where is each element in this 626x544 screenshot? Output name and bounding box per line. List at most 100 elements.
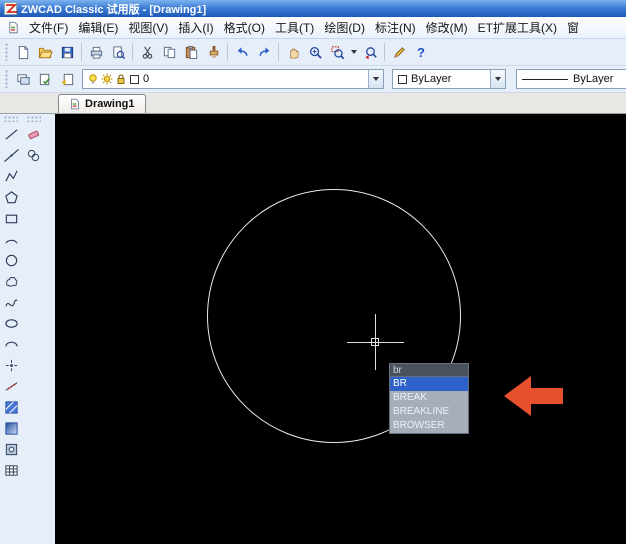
lock-icon[interactable] xyxy=(115,73,127,85)
toolbar-separator xyxy=(227,43,228,61)
layer-combo[interactable]: 0 xyxy=(82,69,384,89)
paste-icon[interactable] xyxy=(180,41,202,63)
toolbar-grip[interactable] xyxy=(5,70,9,88)
layer-states-icon[interactable] xyxy=(34,68,56,90)
construction-line-icon[interactable] xyxy=(2,145,21,166)
command-autocomplete: br BR BREAK BREAKLINE BROWSER xyxy=(389,363,469,434)
command-input[interactable]: br xyxy=(389,363,469,376)
menu-bar: 文件(F) 编辑(E) 视图(V) 插入(I) 格式(O) 工具(T) 绘图(D… xyxy=(0,17,626,39)
pan-icon[interactable] xyxy=(282,41,304,63)
layer-color-chip[interactable] xyxy=(130,75,139,84)
gradient-icon[interactable] xyxy=(2,418,21,439)
polygon-icon[interactable] xyxy=(2,187,21,208)
copy-object-icon[interactable] xyxy=(24,145,43,166)
menu-modify[interactable]: 修改(M) xyxy=(421,17,473,38)
print-icon[interactable] xyxy=(85,41,107,63)
circle-icon[interactable] xyxy=(2,250,21,271)
menu-et-extensions[interactable]: ET扩展工具(X) xyxy=(473,17,562,38)
app-window: ZWCAD Classic 试用版 - [Drawing1] 文件(F) 编辑(… xyxy=(0,0,626,544)
autocomplete-list: BR BREAK BREAKLINE BROWSER xyxy=(389,376,469,434)
redo-icon[interactable] xyxy=(253,41,275,63)
print-preview-icon[interactable] xyxy=(107,41,129,63)
revision-cloud-icon[interactable] xyxy=(2,271,21,292)
color-combo[interactable]: ByLayer xyxy=(392,69,506,89)
properties-toolbar: 0 ByLayer ByLayer xyxy=(0,66,626,93)
point-icon[interactable] xyxy=(2,355,21,376)
layer-previous-icon[interactable] xyxy=(56,68,78,90)
color-combo-value: ByLayer xyxy=(411,73,451,85)
menu-insert[interactable]: 插入(I) xyxy=(173,17,218,38)
zoom-window-icon[interactable] xyxy=(326,41,348,63)
linetype-combo-value: ByLayer xyxy=(573,73,613,85)
undo-icon[interactable] xyxy=(231,41,253,63)
layer-combo-dropdown-button[interactable] xyxy=(368,70,383,88)
rectangle-icon[interactable] xyxy=(2,208,21,229)
line-icon[interactable] xyxy=(2,124,21,145)
new-file-icon[interactable] xyxy=(12,41,34,63)
document-menu-icon[interactable] xyxy=(2,17,24,39)
format-painter-icon[interactable] xyxy=(202,41,224,63)
toolbar-separator xyxy=(81,43,82,61)
title-bar[interactable]: ZWCAD Classic 试用版 - [Drawing1] xyxy=(0,0,626,17)
menu-window[interactable]: 窗 xyxy=(562,17,584,38)
bulb-icon[interactable] xyxy=(87,73,99,85)
drawing-canvas[interactable]: br BR BREAK BREAKLINE BROWSER xyxy=(55,114,626,544)
ellipse-arc-icon[interactable] xyxy=(2,334,21,355)
menu-file[interactable]: 文件(F) xyxy=(24,17,73,38)
left-dock xyxy=(0,114,55,544)
region-icon[interactable] xyxy=(2,439,21,460)
zoom-previous-icon[interactable] xyxy=(359,41,381,63)
crosshair-pickbox xyxy=(371,338,379,346)
tab-drawing1[interactable]: Drawing1 xyxy=(58,94,146,113)
draw-toolbar xyxy=(1,114,21,481)
save-icon[interactable] xyxy=(56,41,78,63)
polyline-icon[interactable] xyxy=(2,166,21,187)
ellipse-icon[interactable] xyxy=(2,313,21,334)
hatch-icon[interactable] xyxy=(2,397,21,418)
freeze-sun-icon[interactable] xyxy=(101,73,113,85)
toolbar-grip[interactable] xyxy=(5,43,9,61)
menu-tools[interactable]: 工具(T) xyxy=(270,17,319,38)
toolbar-separator xyxy=(132,43,133,61)
toolbar-grip[interactable] xyxy=(4,116,18,122)
help-icon[interactable]: ? xyxy=(410,41,432,63)
current-color-chip xyxy=(398,75,407,84)
layer-combo-value: 0 xyxy=(143,73,149,85)
divide-icon[interactable] xyxy=(2,376,21,397)
window-title: ZWCAD Classic 试用版 - [Drawing1] xyxy=(21,1,206,17)
table-icon[interactable] xyxy=(2,460,21,481)
standard-toolbar: ? xyxy=(0,39,626,66)
autocomplete-item[interactable]: BROWSER xyxy=(390,419,468,433)
autocomplete-item[interactable]: BREAKLINE xyxy=(390,405,468,419)
open-folder-icon[interactable] xyxy=(34,41,56,63)
modify-minibar xyxy=(23,114,44,166)
menu-edit[interactable]: 编辑(E) xyxy=(73,17,123,38)
toolbar-separator xyxy=(278,43,279,61)
spline-icon[interactable] xyxy=(2,292,21,313)
zoom-flyout-arrow-icon[interactable] xyxy=(348,50,359,54)
cut-icon[interactable] xyxy=(136,41,158,63)
zoom-realtime-icon[interactable] xyxy=(304,41,326,63)
annotation-arrow-icon xyxy=(503,374,565,418)
autocomplete-item[interactable]: BR xyxy=(390,377,468,391)
toolbar-grip[interactable] xyxy=(27,116,41,122)
main-area: br BR BREAK BREAKLINE BROWSER xyxy=(0,114,626,544)
autocomplete-item[interactable]: BREAK xyxy=(390,391,468,405)
redraw-icon[interactable] xyxy=(388,41,410,63)
tab-label: Drawing1 xyxy=(85,98,135,110)
layer-properties-icon[interactable] xyxy=(12,68,34,90)
toolbar-separator xyxy=(384,43,385,61)
linetype-sample xyxy=(522,79,568,80)
copy-icon[interactable] xyxy=(158,41,180,63)
color-combo-dropdown-button[interactable] xyxy=(490,70,505,88)
drawing-file-icon xyxy=(69,98,81,110)
menu-dimension[interactable]: 标注(N) xyxy=(370,17,421,38)
app-logo-icon[interactable] xyxy=(4,2,17,15)
menu-draw[interactable]: 绘图(D) xyxy=(319,17,370,38)
menu-format[interactable]: 格式(O) xyxy=(219,17,270,38)
document-tab-bar: Drawing1 xyxy=(0,93,626,114)
menu-view[interactable]: 视图(V) xyxy=(123,17,173,38)
arc-icon[interactable] xyxy=(2,229,21,250)
erase-icon[interactable] xyxy=(24,124,43,145)
linetype-combo[interactable]: ByLayer xyxy=(516,69,626,89)
